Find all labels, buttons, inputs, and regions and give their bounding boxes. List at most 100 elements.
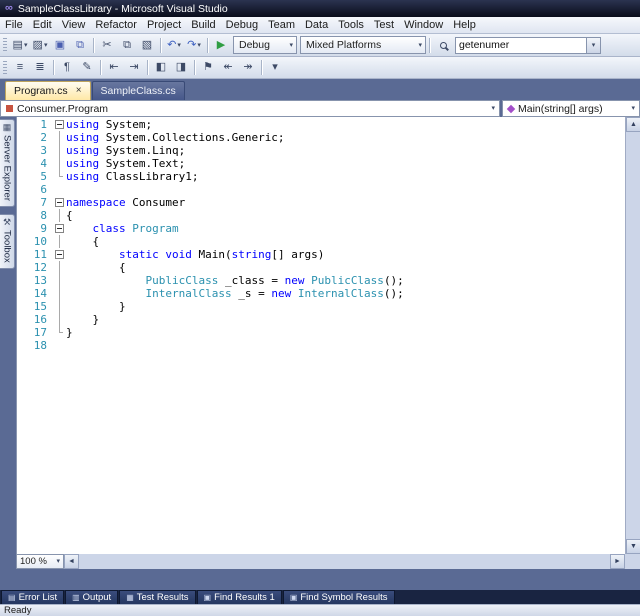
editor-vertical-scrollbar[interactable]: ▲ ▼ xyxy=(625,117,640,554)
menu-item-help[interactable]: Help xyxy=(448,17,481,33)
menu-item-test[interactable]: Test xyxy=(369,17,399,33)
menu-item-window[interactable]: Window xyxy=(399,17,448,33)
panel-tab-find-symbol-results[interactable]: ▣Find Symbol Results xyxy=(283,590,395,604)
display-word-completion-button[interactable]: ✎ xyxy=(78,59,96,77)
display-quick-info-button[interactable]: ¶ xyxy=(58,59,76,77)
close-tab-icon[interactable]: × xyxy=(76,86,82,96)
copy-button[interactable]: ⧉ xyxy=(118,36,136,54)
toolbar-separator xyxy=(261,60,262,75)
fold-line xyxy=(59,235,60,248)
redo-button[interactable]: ↷▾ xyxy=(185,36,203,54)
decrease-indent-button[interactable]: ⇤ xyxy=(105,59,123,77)
menu-item-file[interactable]: File xyxy=(0,17,28,33)
fold-margin xyxy=(53,261,66,274)
toolbar-grip[interactable] xyxy=(3,38,7,52)
toolbar-separator xyxy=(147,60,148,75)
menu-item-edit[interactable]: Edit xyxy=(28,17,57,33)
collapse-region-icon[interactable] xyxy=(55,250,64,259)
editor-bottom-bar: 100 % ▾ ◄ ► xyxy=(0,554,640,569)
find-combo-input[interactable] xyxy=(455,37,587,54)
collapse-region-icon[interactable] xyxy=(55,224,64,233)
toolbar-separator xyxy=(53,60,54,75)
line-number: 1 xyxy=(17,118,53,131)
panel-tab-error-list[interactable]: ▤Error List xyxy=(1,590,64,604)
tab-label: SampleClass.cs xyxy=(101,85,176,97)
menu-item-build[interactable]: Build xyxy=(186,17,220,33)
sidebar-tab-server-explorer[interactable]: ▦Server Explorer xyxy=(0,119,15,207)
document-tab-sampleclass-cs[interactable]: SampleClass.cs xyxy=(92,81,185,100)
main-area: ▦Server Explorer ⚒Toolbox 1using System;2… xyxy=(0,117,640,554)
panel-tab-find-results-1[interactable]: ▣Find Results 1 xyxy=(197,590,282,604)
open-file-button[interactable]: ▨▾ xyxy=(31,36,49,54)
error-list-icon: ▤ xyxy=(8,594,16,602)
cut-button[interactable]: ✂ xyxy=(98,36,116,54)
new-project-button[interactable]: ▤▾ xyxy=(11,36,29,54)
increase-indent-button[interactable]: ⇥ xyxy=(125,59,143,77)
code-text: using System.Collections.Generic; xyxy=(66,131,285,144)
code-text: PublicClass _class = new PublicClass(); xyxy=(66,274,404,287)
document-tab-program-cs[interactable]: Program.cs × xyxy=(5,81,91,100)
display-member-list-button[interactable]: ≡ xyxy=(11,59,29,77)
save-button[interactable]: ▣ xyxy=(51,36,69,54)
start-debugging-button[interactable]: ▶ xyxy=(212,36,230,54)
save-all-button[interactable]: ⧉ xyxy=(71,36,89,54)
members-dropdown[interactable]: Main(string[] args) ▾ xyxy=(502,100,640,117)
find-dropdown-caret-icon[interactable]: ▾ xyxy=(587,37,601,54)
collapse-region-icon[interactable] xyxy=(55,120,64,129)
cut-icon: ✂ xyxy=(102,40,111,51)
vertical-scrollbar-track[interactable] xyxy=(626,132,640,539)
fold-margin xyxy=(53,183,66,196)
scroll-right-icon[interactable]: ► xyxy=(610,554,625,569)
tab-label: Program.cs xyxy=(14,85,68,97)
solution-configurations-dropdown[interactable]: Debug ▾ xyxy=(233,36,297,54)
undo-button[interactable]: ↶▾ xyxy=(165,36,183,54)
fold-margin xyxy=(53,131,66,144)
toolbar-options-icon: ▾ xyxy=(272,62,278,73)
fold-line-end xyxy=(59,326,63,333)
find-button[interactable] xyxy=(434,36,452,54)
next-bookmark-button[interactable]: ↠ xyxy=(239,59,257,77)
scroll-down-icon[interactable]: ▼ xyxy=(626,539,640,554)
paste-button[interactable]: ▧ xyxy=(138,36,156,54)
zoom-value: 100 % xyxy=(20,556,47,567)
panel-tab-test-results[interactable]: ▦Test Results xyxy=(119,590,195,604)
visual-studio-window: ∞ SampleClassLibrary - Microsoft Visual … xyxy=(0,0,640,616)
menu-item-project[interactable]: Project xyxy=(142,17,186,33)
previous-bookmark-button[interactable]: ↞ xyxy=(219,59,237,77)
find-symbol-results-icon: ▣ xyxy=(290,594,298,602)
horizontal-scrollbar-track[interactable] xyxy=(79,554,610,569)
menu-item-data[interactable]: Data xyxy=(300,17,333,33)
toggle-bookmark-button[interactable]: ⚑ xyxy=(199,59,217,77)
menu-item-refactor[interactable]: Refactor xyxy=(90,17,142,33)
line-number: 2 xyxy=(17,131,53,144)
sidebar-tab-toolbox[interactable]: ⚒Toolbox xyxy=(0,214,15,269)
toolbox-icon: ⚒ xyxy=(3,218,11,227)
collapse-region-icon[interactable] xyxy=(55,198,64,207)
comment-selection-button[interactable]: ◧ xyxy=(152,59,170,77)
panel-tab-output[interactable]: ▥Output xyxy=(65,590,118,604)
menu-item-debug[interactable]: Debug xyxy=(221,17,263,33)
zoom-dropdown[interactable]: 100 % ▾ xyxy=(16,554,64,569)
code-editor[interactable]: 1using System;2using System.Collections.… xyxy=(16,117,625,554)
types-dropdown[interactable]: Consumer.Program ▾ xyxy=(0,100,500,117)
line-number: 15 xyxy=(17,300,53,313)
menu-item-view[interactable]: View xyxy=(57,17,91,33)
text-editor-toolbar: ≡≣ ¶✎ ⇤⇥ ◧ ◨ ⚑↞↠ ▾ xyxy=(0,57,640,79)
comment-selection-icon: ◧ xyxy=(156,62,166,73)
code-text: InternalClass _s = new InternalClass(); xyxy=(66,287,404,300)
toolbar-options-button[interactable]: ▾ xyxy=(266,59,284,77)
menu-item-tools[interactable]: Tools xyxy=(333,17,369,33)
code-line: 9 class Program xyxy=(17,222,625,235)
line-number: 11 xyxy=(17,248,53,261)
scroll-left-icon[interactable]: ◄ xyxy=(64,554,79,569)
toolbar-grip[interactable] xyxy=(3,61,7,75)
solution-platforms-dropdown[interactable]: Mixed Platforms ▾ xyxy=(300,36,426,54)
dropdown-caret-icon: ▾ xyxy=(197,42,201,49)
dropdown-caret-icon: ▾ xyxy=(289,42,293,49)
menu-item-team[interactable]: Team xyxy=(263,17,300,33)
code-line: 6 xyxy=(17,183,625,196)
uncomment-selection-button[interactable]: ◨ xyxy=(172,59,190,77)
display-parameter-info-button[interactable]: ≣ xyxy=(31,59,49,77)
new-project-icon: ▤ xyxy=(13,40,23,51)
scroll-up-icon[interactable]: ▲ xyxy=(626,117,640,132)
